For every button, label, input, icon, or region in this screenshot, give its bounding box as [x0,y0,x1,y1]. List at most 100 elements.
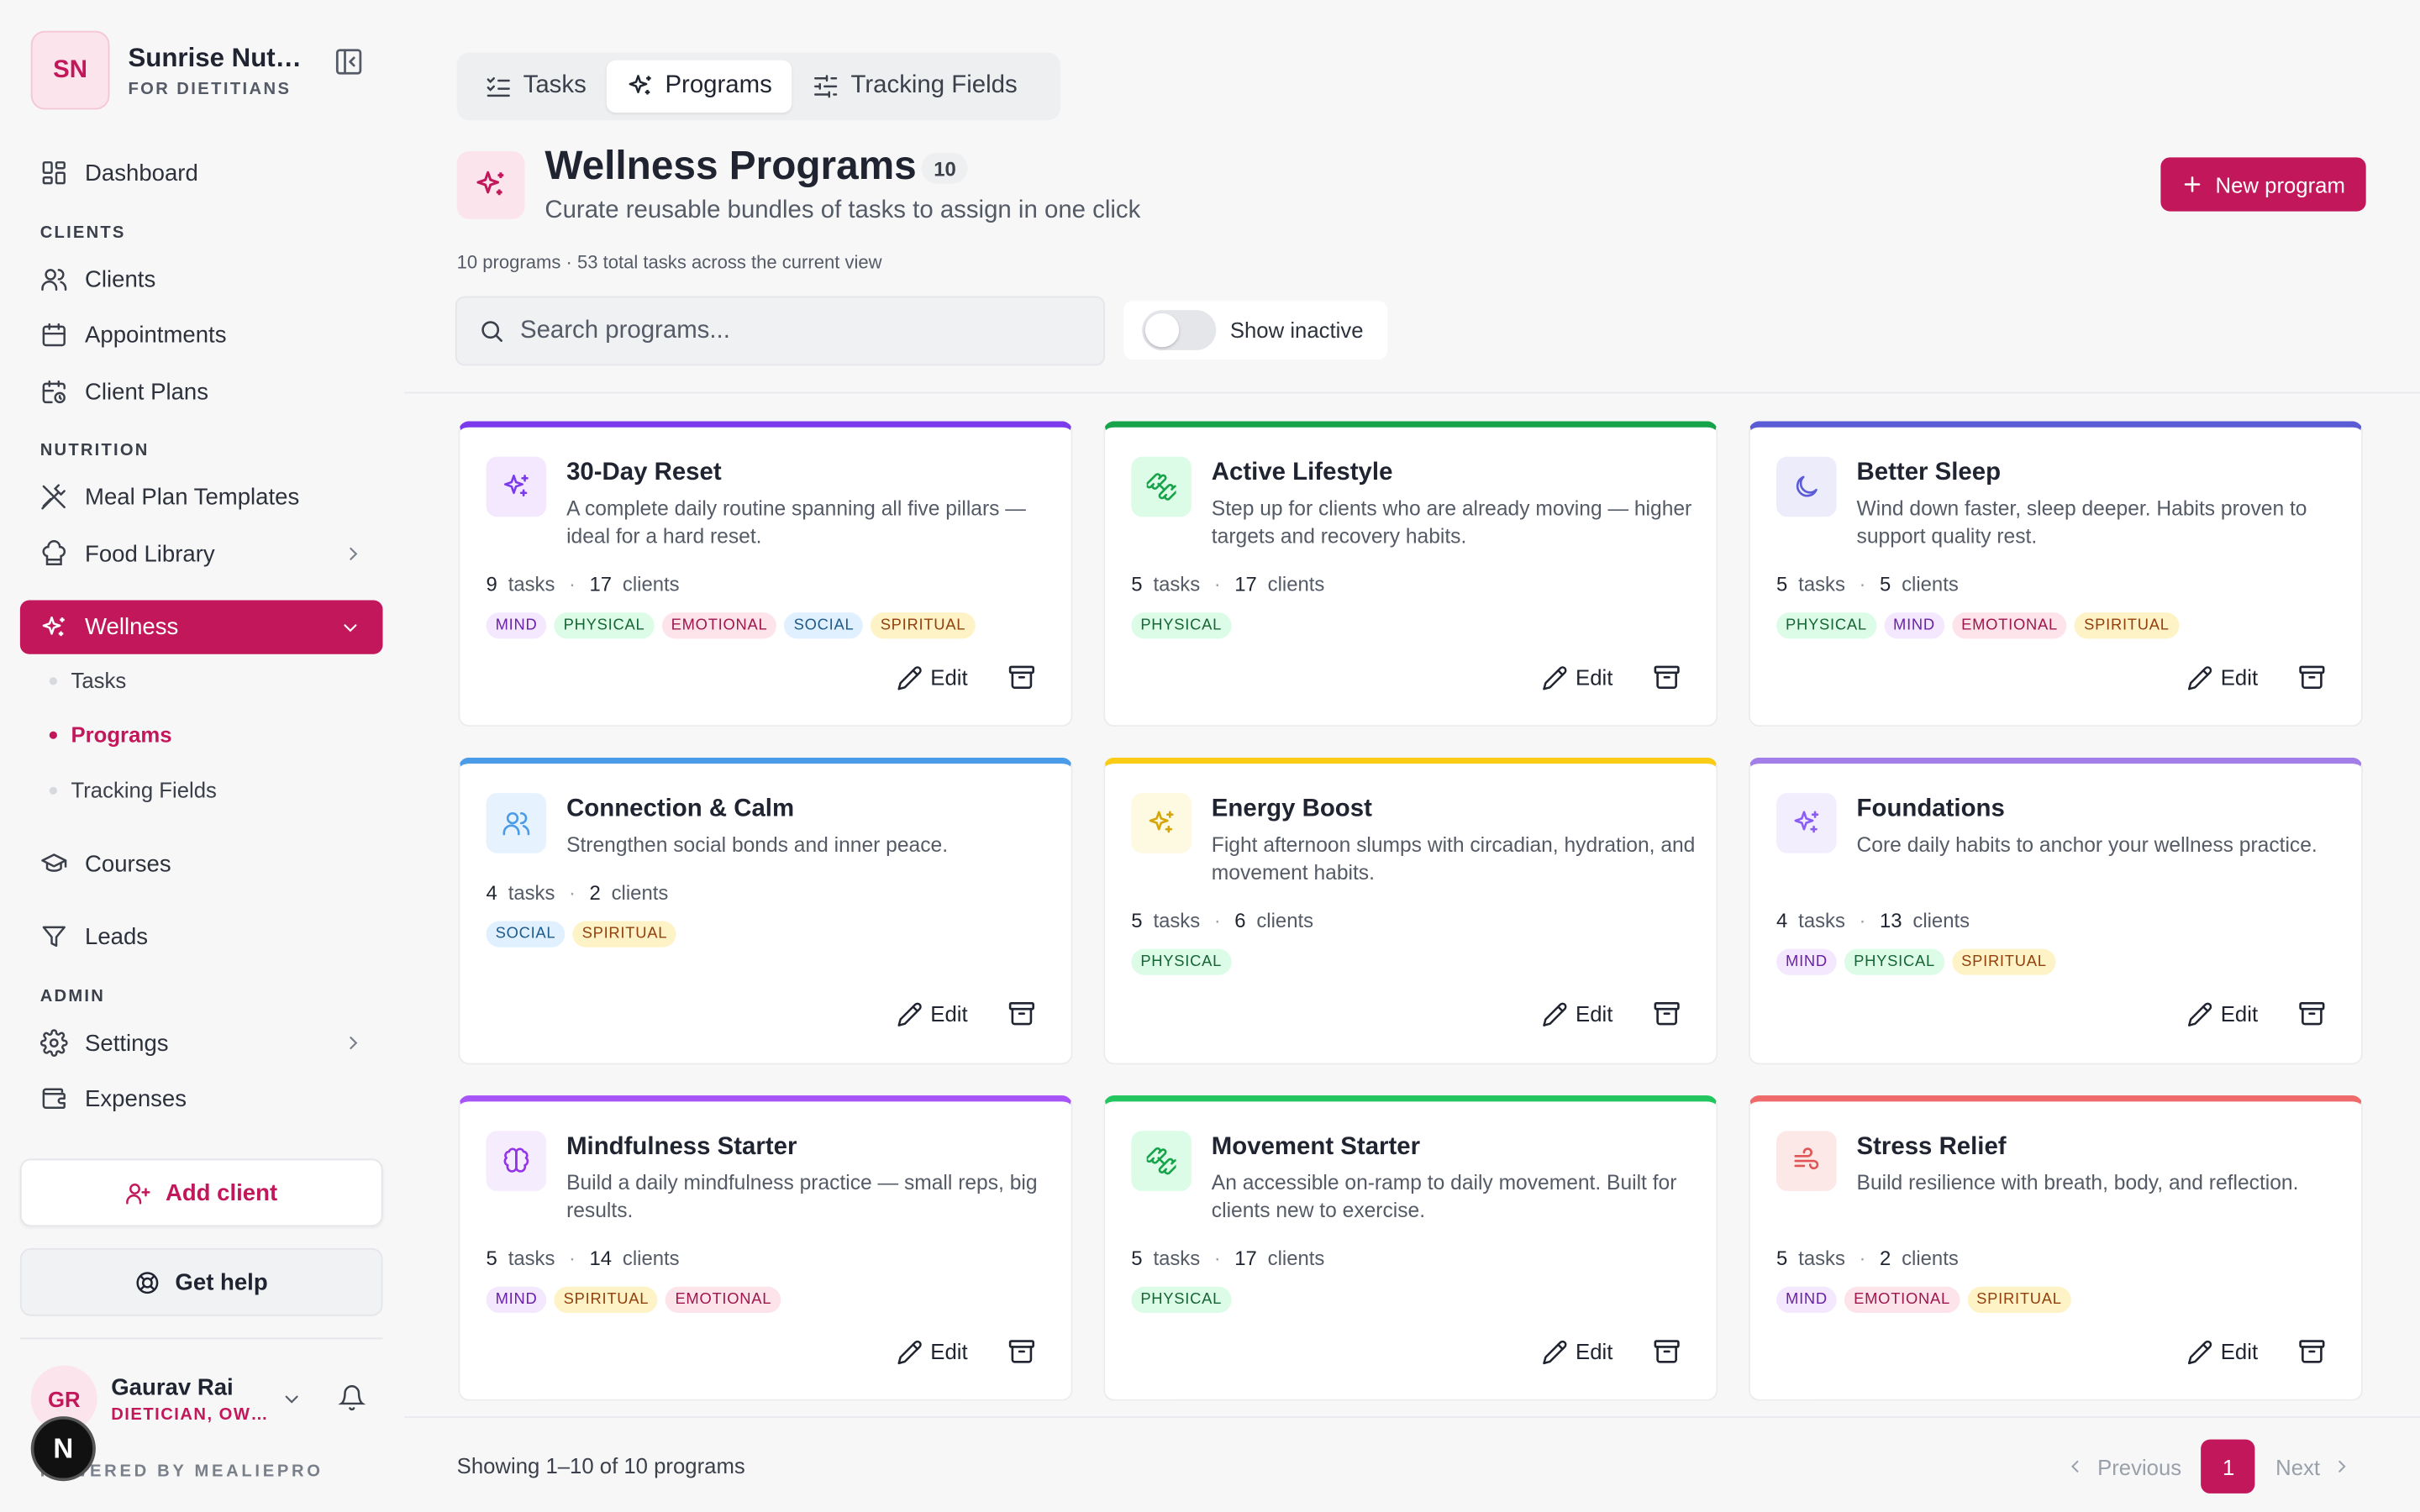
sidebar-item-leads[interactable]: Leads [40,915,365,958]
new-program-button[interactable]: New program [2160,157,2366,212]
sidebar-subitem-programs[interactable]: Programs [49,722,172,747]
sidebar-subitem-label: Tasks [71,668,127,693]
program-title: Mindfulness Starter [566,1133,797,1161]
plus-icon [2185,176,2202,192]
sidebar-item-expenses[interactable]: Expenses [40,1077,365,1120]
archive-icon[interactable] [2298,1337,2326,1365]
program-actions: Edit [897,1337,1036,1365]
chevron-right-icon [2338,1460,2347,1473]
tab-tracking-fields[interactable]: Tracking Fields [792,60,1038,113]
program-description: A complete daily routine spanning all fi… [566,496,1026,548]
wallet-icon [42,1088,66,1109]
edit-program-button[interactable]: Edit [1542,664,1613,690]
program-stats: 4 tasks · 13 clients [1776,909,1970,932]
get-help-label: Get help [175,1268,268,1295]
sidebar-item-client-plans[interactable]: Client Plans [40,370,365,413]
program-tags: MIND PHYSICAL EMOTIONAL SOCIAL SPIRITUAL [486,612,983,639]
tab-tasks[interactable]: Tasks [465,60,607,113]
edit-program-button[interactable]: Edit [897,664,968,690]
program-card[interactable]: Active Lifestyle Step up for clients who … [1103,421,1718,727]
program-card[interactable]: Better Sleep Wind down faster, sleep deep… [1748,421,2363,727]
sidebar-subitem-tasks[interactable]: Tasks [49,668,127,693]
sidebar-item-label: Courses [85,850,171,878]
get-help-button[interactable]: Get help [19,1247,383,1316]
archive-icon[interactable] [1007,1000,1035,1027]
pillar-tag: MIND [1884,612,1944,639]
task-count: 4 [1776,908,1788,932]
show-inactive-control: Show inactive [1123,301,1388,360]
org-switcher[interactable]: SN Sunrise Nutrition FOR DIETITIANS [30,30,371,110]
program-icon [1131,1131,1192,1191]
sidebar: SN Sunrise Nutrition FOR DIETITIANS Dash… [0,0,405,1512]
program-description: Build resilience with breath, body, and … [1856,1171,2299,1194]
stat-separator: · [1859,572,1866,596]
program-card[interactable]: Energy Boost Fight afternoon slumps with … [1103,757,1718,1065]
pencil-icon [2187,1339,2212,1364]
previous-label: Previous [2097,1454,2182,1479]
bullet-dot [49,785,57,794]
client-count: 2 [1879,1247,1891,1270]
sidebar-item-food-library[interactable]: Food Library [40,533,365,575]
archive-icon[interactable] [2298,1000,2326,1027]
program-card[interactable]: Movement Starter An accessible on-ramp to… [1103,1095,1718,1401]
program-title: Energy Boost [1211,795,1372,822]
sidebar-item-appointments[interactable]: Appointments [40,313,365,356]
show-inactive-toggle[interactable] [1142,310,1217,350]
edit-program-button[interactable]: Edit [2186,1338,2258,1364]
program-icon [1131,456,1192,517]
sparkles-icon [1149,811,1174,833]
user-plus-icon [126,1183,151,1204]
edit-label: Edit [1576,664,1613,690]
edit-program-button[interactable]: Edit [1542,1000,1612,1026]
archive-icon[interactable] [1007,1337,1035,1365]
chevron-down-icon[interactable] [281,1389,302,1410]
archive-icon[interactable] [1653,664,1681,691]
previous-page-button[interactable]: Previous [2065,1454,2182,1479]
program-title: Stress Relief [1856,1133,2007,1161]
tab-programs[interactable]: Programs [606,60,792,113]
program-description: Core daily habits to anchor your wellnes… [1856,832,2317,857]
edit-program-button[interactable]: Edit [897,1000,968,1026]
edit-program-button[interactable]: Edit [1542,1338,1612,1364]
next-page-button[interactable]: Next [2275,1454,2352,1478]
edit-program-button[interactable]: Edit [2186,1000,2258,1026]
program-card[interactable]: Mindfulness Starter Build a daily mindful… [458,1095,1073,1401]
program-card[interactable]: 30-Day Reset A complete daily routine spa… [458,421,1073,727]
archive-icon[interactable] [1653,1337,1681,1365]
clients-label: clients [1902,1247,1959,1270]
sidebar-collapse-icon[interactable] [334,46,365,77]
sidebar-item-settings[interactable]: Settings [39,1021,365,1064]
stat-separator: · [568,880,576,905]
dev-tools-badge[interactable]: N [30,1416,96,1482]
sidebar-item-wellness[interactable]: Wellness [19,600,383,654]
clients-label: clients [1267,572,1325,596]
pillar-tag: MIND [486,612,547,639]
chevron-left-icon [2071,1460,2079,1473]
program-actions: Edit [897,1000,1036,1027]
page-number-button[interactable]: 1 [2201,1439,2256,1494]
sidebar-item-clients[interactable]: Clients [40,258,365,301]
sidebar-item-dashboard[interactable]: Dashboard [40,151,365,194]
program-description: An accessible on-ramp to daily movement.… [1211,1171,1677,1221]
program-card[interactable]: Foundations Core daily habits to anchor y… [1748,757,2363,1065]
tasks-label: tasks [1153,572,1201,596]
sidebar-item-courses[interactable]: Courses [40,843,365,885]
edit-program-button[interactable]: Edit [2186,664,2258,690]
add-client-button[interactable]: Add client [19,1158,383,1227]
sidebar-item-meal-plan-templates[interactable]: Meal Plan Templates [40,475,365,518]
program-card[interactable]: Stress Relief Build resilience with breat… [1748,1095,2363,1401]
edit-label: Edit [930,1001,968,1026]
bell-icon[interactable] [338,1384,366,1412]
archive-icon[interactable] [2298,664,2326,691]
archive-icon[interactable] [1007,664,1035,691]
archive-icon[interactable] [1653,1000,1681,1027]
pencil-icon [1542,1001,1567,1026]
program-card[interactable]: Connection & Calm Strengthen social bonds… [458,757,1073,1065]
search-input[interactable] [519,317,1076,345]
program-title: 30-Day Reset [566,459,722,486]
tasks-label: tasks [1798,908,1845,932]
sidebar-subitem-tracking-fields[interactable]: Tracking Fields [49,778,217,802]
edit-program-button[interactable]: Edit [897,1338,968,1364]
program-tags: PHYSICAL [1131,612,1239,639]
chef-hat-icon [42,539,66,566]
